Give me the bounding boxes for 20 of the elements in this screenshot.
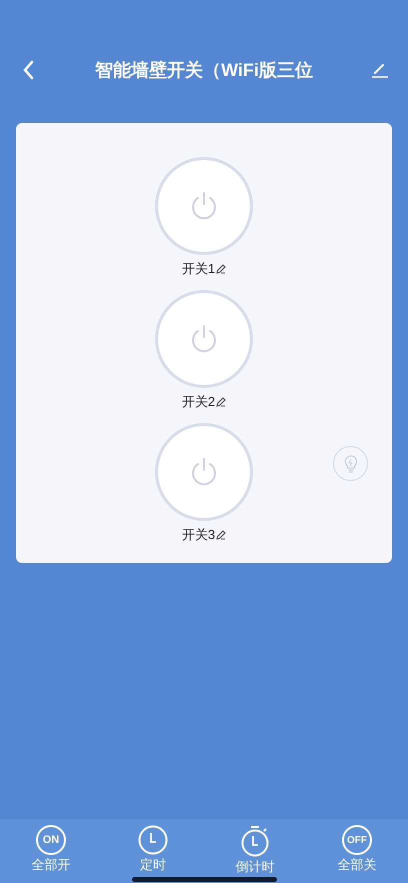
back-icon <box>21 59 35 81</box>
off-icon: OFF <box>342 825 372 855</box>
on-icon: ON <box>36 825 66 855</box>
power-icon <box>189 190 219 222</box>
switch-label: 开关2 <box>182 393 216 412</box>
switch-label: 开关1 <box>182 260 216 278</box>
toolbar-item[interactable]: OFF 全部关 <box>306 819 408 883</box>
switch-label: 开关3 <box>182 526 216 544</box>
toolbar-item[interactable]: 倒计时 <box>204 819 306 883</box>
page-title: 智能墙壁开关（WiFi版三位 <box>95 58 313 82</box>
stopwatch-icon <box>240 825 270 857</box>
power-icon <box>189 456 219 488</box>
power-icon <box>189 323 219 355</box>
toolbar-item[interactable]: ON 全部开 <box>0 819 102 883</box>
lightbulb-icon <box>344 454 358 472</box>
toolbar-item[interactable]: 定时 <box>102 819 204 883</box>
clock-icon <box>138 825 168 855</box>
pencil-icon[interactable] <box>216 264 226 274</box>
pencil-icon[interactable] <box>216 397 226 407</box>
pencil-icon[interactable] <box>216 530 226 540</box>
